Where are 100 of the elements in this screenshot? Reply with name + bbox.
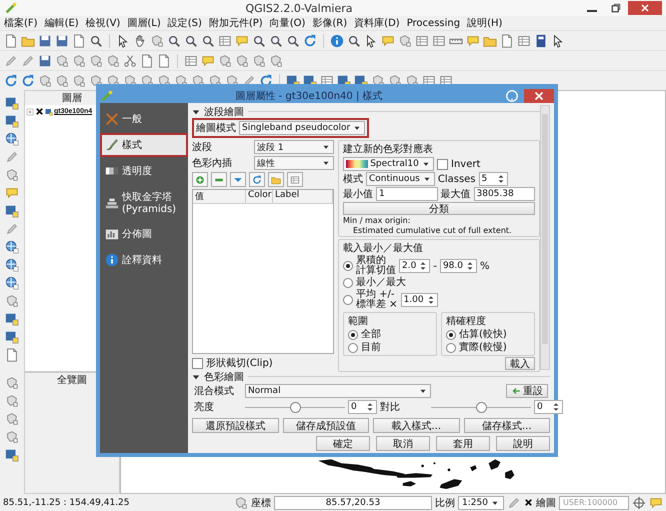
min-field[interactable]: 1 [376,187,438,201]
style-button[interactable]: 儲存樣式... [464,418,550,433]
menu-item[interactable]: 附加元件(P) [208,16,263,30]
polygon-icon[interactable] [72,54,86,68]
hand-icon[interactable] [133,34,147,48]
globe-icon[interactable] [5,276,19,290]
polygon-icon[interactable] [234,496,248,510]
polygon-icon[interactable] [269,54,283,68]
menu-item[interactable]: 向量(O) [270,16,306,30]
polygon-icon[interactable] [252,54,266,68]
dialog-button[interactable]: 套用 [436,436,490,451]
globe-icon[interactable] [5,240,19,254]
scrollbar[interactable] [540,105,550,370]
add-entry-button[interactable] [192,172,208,187]
speech-bubble-icon[interactable] [5,186,19,200]
page-icon[interactable] [72,34,86,48]
magnifier-icon[interactable] [252,34,266,48]
scale-dropdown[interactable]: 1:250 [458,496,504,510]
magnifier-icon[interactable] [89,34,103,48]
layer-icon[interactable] [5,96,19,110]
reset-button[interactable]: 重設 [506,384,548,398]
refresh-button[interactable] [249,172,265,187]
classify-button[interactable]: 分類 [343,202,535,215]
clip-checkbox[interactable] [192,358,203,368]
magnifier-icon[interactable] [269,34,283,48]
cut-to-spinbox[interactable]: 98.0 [440,259,477,273]
polygon-icon[interactable] [398,34,412,48]
radio-button[interactable] [343,261,353,271]
mode-dropdown[interactable]: Continuous [366,172,435,186]
radio-button[interactable] [446,343,456,353]
speech-bubble-icon[interactable] [466,34,480,48]
render-type-dropdown[interactable]: Singleband pseudocolor [239,121,366,135]
band-dropdown[interactable]: 波段 1 [254,140,334,154]
slider-thumb[interactable] [476,402,487,412]
column-header[interactable]: Color [246,190,273,203]
polygon-icon[interactable] [235,54,249,68]
radio-button[interactable] [348,343,358,353]
page-icon[interactable] [157,54,171,68]
info-icon[interactable] [330,34,344,48]
magnifier-icon[interactable] [167,34,181,48]
stddev-factor-spinbox[interactable]: 1.00 [400,293,438,307]
blend-mode-dropdown[interactable]: Normal [245,384,431,398]
render-checkbox[interactable] [524,498,533,507]
page-icon[interactable] [140,54,154,68]
table-icon[interactable] [218,34,232,48]
page-icon[interactable] [4,34,18,48]
table-icon[interactable] [432,34,446,48]
polygon-icon[interactable] [5,168,19,182]
interpolation-dropdown[interactable]: 線性 [254,156,334,170]
sidebar-item[interactable]: 一般 [100,107,188,131]
sidebar-item[interactable]: 分佈圖 [100,222,188,246]
polygon-icon[interactable] [5,430,19,444]
book-icon[interactable] [534,34,548,48]
style-button[interactable]: 儲存成預設值 [282,418,369,433]
brightness-spinbox[interactable]: 0 [348,400,377,414]
cursor-icon[interactable] [116,34,130,48]
polygon-icon[interactable] [55,74,69,88]
menu-item[interactable]: 設定(S) [168,16,202,30]
magnifier-icon[interactable] [286,34,300,48]
magnifier-icon[interactable] [184,34,198,48]
slider-thumb[interactable] [290,402,301,412]
layer-icon[interactable] [5,448,19,462]
scissors-icon[interactable] [123,54,137,68]
cursor-icon[interactable] [551,34,565,48]
polygon-icon[interactable] [5,412,19,426]
save-file-button[interactable] [287,172,303,187]
radio-button[interactable] [343,295,353,305]
menu-item[interactable]: 說明(H) [467,16,502,30]
remove-entry-button[interactable] [211,172,227,187]
globe-icon[interactable] [5,258,19,272]
table-icon[interactable] [415,34,429,48]
speech-bubble-icon[interactable] [201,54,215,68]
invert-checkbox[interactable] [437,158,448,170]
polygon-icon[interactable] [38,74,52,88]
polygon-icon[interactable] [55,54,69,68]
dialog-button[interactable]: 取消 [376,436,430,451]
polygon-icon[interactable] [218,54,232,68]
polygon-icon[interactable] [106,54,120,68]
close-button[interactable] [628,1,662,15]
column-header[interactable]: Label [273,190,333,203]
open-file-button[interactable] [268,172,284,187]
refresh-icon[interactable] [303,34,317,48]
menu-item[interactable]: 編輯(E) [44,16,79,30]
style-button[interactable]: 載入樣式... [373,418,460,433]
contrast-slider[interactable] [431,402,531,412]
cut-from-spinbox[interactable]: 2.0 [399,259,430,273]
pencil-icon[interactable] [4,54,18,68]
menu-item[interactable]: 影像(R) [312,16,348,30]
layer-icon[interactable] [5,204,19,218]
contrast-spinbox[interactable]: 0 [534,400,563,414]
dialog-button[interactable]: 說明 [496,436,550,451]
layer-checkbox[interactable] [35,107,44,116]
sidebar-item[interactable]: 詮釋資料 [100,248,188,272]
polygon-icon[interactable] [89,54,103,68]
expanded-triangle-icon[interactable] [192,108,200,116]
sidebar-item[interactable]: 透明度 [100,159,188,183]
magnifier-icon[interactable] [201,34,215,48]
menu-item[interactable]: 檢視(V) [86,16,120,30]
classes-spinbox[interactable]: 5 [478,172,508,186]
magnifier-icon[interactable] [347,34,361,48]
